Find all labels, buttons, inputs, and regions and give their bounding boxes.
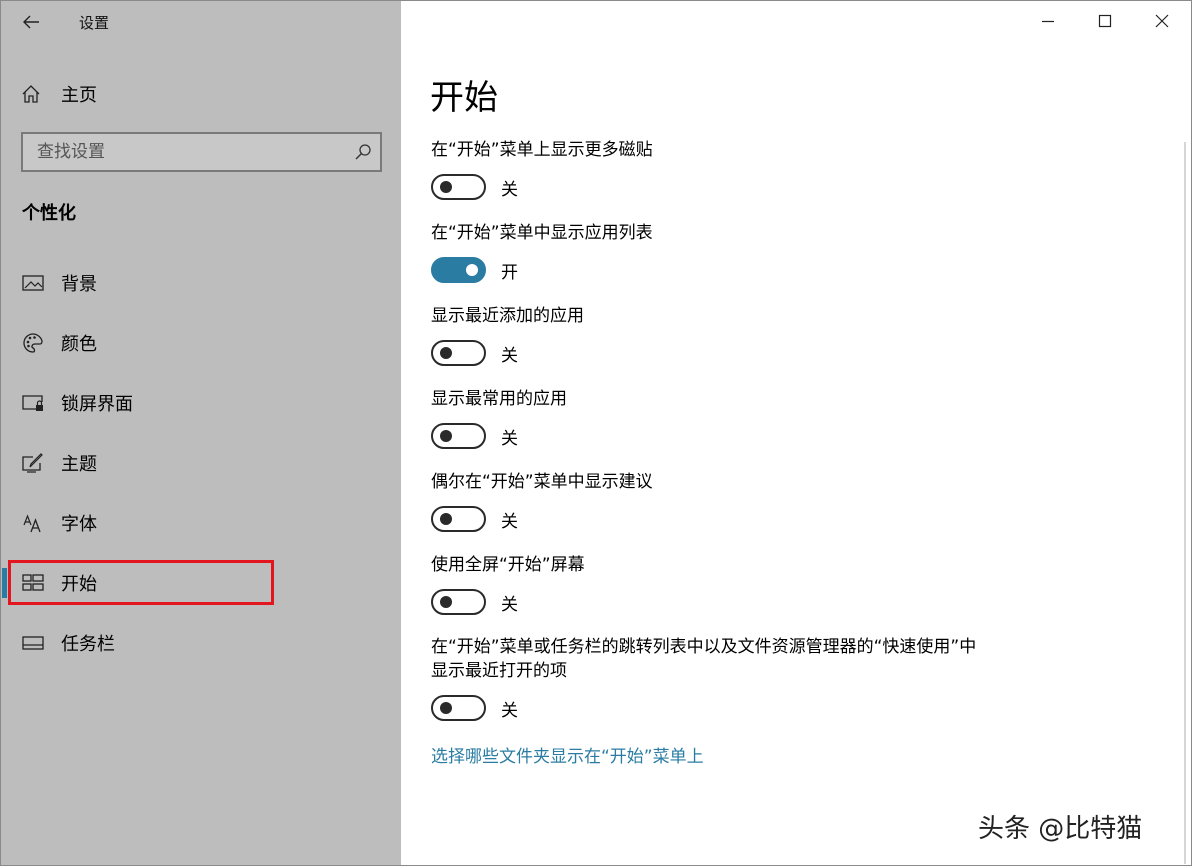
- sidebar-item-label: 锁屏界面: [61, 394, 133, 415]
- toggle-knob: [440, 347, 452, 359]
- search-input[interactable]: [23, 134, 343, 170]
- setting-label: 在“开始”菜单中显示应用列表: [431, 223, 653, 243]
- close-icon: [1155, 14, 1169, 28]
- sidebar-item-label: 背景: [61, 274, 97, 295]
- toggle-knob: [440, 702, 452, 714]
- toggle-knob: [466, 264, 478, 276]
- back-arrow-icon: [23, 15, 39, 29]
- setting-label: 在“开始”菜单上显示更多磁贴: [431, 140, 653, 160]
- theme-icon: [21, 451, 45, 475]
- home-icon: [22, 85, 40, 103]
- toggle-state: 开: [501, 262, 518, 283]
- setting-toggle-row: 关: [431, 505, 518, 533]
- sidebar-item-label: 颜色: [61, 334, 97, 355]
- palette-icon: [21, 331, 45, 355]
- toggle-switch[interactable]: [431, 257, 486, 283]
- sidebar-item-label: 主题: [61, 454, 97, 475]
- scrollbar[interactable]: [1184, 142, 1186, 864]
- setting-label: 显示最常用的应用: [431, 389, 567, 409]
- toggle-state: 关: [501, 345, 518, 366]
- toggle-knob: [440, 596, 452, 608]
- toggle-state: 关: [501, 428, 518, 449]
- section-heading: 个性化: [22, 203, 76, 224]
- sidebar-item-label: 字体: [61, 514, 97, 535]
- minimize-icon: [1042, 20, 1054, 23]
- back-button[interactable]: [11, 7, 51, 37]
- toggle-switch[interactable]: [431, 174, 486, 200]
- close-button[interactable]: [1134, 1, 1190, 41]
- minimize-button[interactable]: [1020, 1, 1076, 41]
- search-box[interactable]: [21, 132, 382, 172]
- toggle-knob: [440, 513, 452, 525]
- watermark: 头条 @比特猫: [978, 814, 1143, 844]
- toggle-state: 关: [501, 700, 518, 721]
- sidebar-item-themes[interactable]: 主题: [2, 441, 401, 485]
- sidebar: 设置 主页 个性化 背景 颜色 锁屏界面 主题: [1, 1, 401, 865]
- maximize-button[interactable]: [1077, 1, 1133, 41]
- search-icon[interactable]: [354, 143, 372, 161]
- sidebar-item-lock-screen[interactable]: 锁屏界面: [2, 381, 401, 425]
- toggle-switch[interactable]: [431, 589, 486, 615]
- toggle-knob: [440, 430, 452, 442]
- page-title: 开始: [430, 78, 498, 118]
- app-title: 设置: [79, 14, 110, 32]
- setting-label-line2: 显示最近打开的项: [431, 661, 567, 681]
- image-icon: [21, 271, 45, 295]
- sidebar-item-label: 任务栏: [61, 634, 115, 655]
- toggle-state: 关: [501, 594, 518, 615]
- start-icon: [21, 571, 45, 595]
- toggle-state: 关: [501, 511, 518, 532]
- toggle-switch[interactable]: [431, 695, 486, 721]
- selection-indicator: [2, 568, 7, 598]
- setting-toggle-row: 关: [431, 339, 518, 367]
- setting-toggle-row: 关: [431, 173, 518, 201]
- sidebar-item-colors[interactable]: 颜色: [2, 321, 401, 365]
- sidebar-item-fonts[interactable]: 字体: [2, 501, 401, 545]
- toggle-knob: [440, 181, 452, 193]
- setting-label: 使用全屏“开始”屏幕: [431, 555, 585, 575]
- sidebar-item-start[interactable]: 开始: [2, 561, 401, 605]
- taskbar-icon: [21, 631, 45, 655]
- toggle-state: 关: [501, 179, 518, 200]
- maximize-icon: [1098, 14, 1112, 28]
- toggle-switch[interactable]: [431, 340, 486, 366]
- setting-toggle-row: 关: [431, 588, 518, 616]
- toggle-switch[interactable]: [431, 506, 486, 532]
- lock-screen-icon: [21, 391, 45, 415]
- home-label: 主页: [61, 85, 97, 106]
- setting-toggle-row: 关: [431, 694, 518, 722]
- sidebar-item-background[interactable]: 背景: [2, 261, 401, 305]
- home-nav[interactable]: 主页: [21, 79, 97, 109]
- font-icon: [21, 511, 45, 535]
- setting-toggle-row: 开: [431, 256, 518, 284]
- setting-label: 偶尔在“开始”菜单中显示建议: [431, 472, 653, 492]
- setting-label: 显示最近添加的应用: [431, 306, 584, 326]
- choose-folders-link[interactable]: 选择哪些文件夹显示在“开始”菜单上: [431, 742, 704, 767]
- sidebar-item-taskbar[interactable]: 任务栏: [2, 621, 401, 665]
- toggle-switch[interactable]: [431, 423, 486, 449]
- sidebar-item-label: 开始: [61, 574, 97, 595]
- setting-toggle-row: 关: [431, 422, 518, 450]
- setting-label-line1: 在“开始”菜单或任务栏的跳转列表中以及文件资源管理器的“快速使用”中: [431, 637, 977, 657]
